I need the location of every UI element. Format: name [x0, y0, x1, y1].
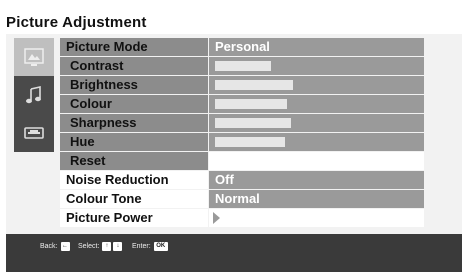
brightness-slider-track[interactable] [209, 76, 424, 94]
select-hint-label: Select: [78, 243, 100, 250]
sharpness-level-bar [215, 118, 291, 128]
contrast-label: Contrast [60, 57, 208, 75]
down-key-icon: ↓ [113, 242, 123, 251]
hue-label: Hue [60, 133, 208, 151]
back-key-icon: ← [60, 242, 70, 251]
colour-slider-track[interactable] [209, 95, 424, 113]
contrast-slider-track[interactable] [209, 57, 424, 75]
hue-level-bar [215, 137, 285, 147]
colour-label: Colour [60, 95, 208, 113]
ok-key-icon: OK [153, 242, 168, 251]
enter-hint-label: Enter: [132, 243, 151, 250]
picture-category-tab[interactable] [14, 38, 54, 76]
colour-level-bar [215, 99, 287, 109]
settings-category-tab[interactable] [14, 114, 54, 152]
sharpness-label: Sharpness [60, 114, 208, 132]
noise-reduction-value[interactable]: Off [209, 171, 424, 189]
menu-title: Picture Adjustment [6, 14, 147, 31]
back-hint: Back: ← [40, 242, 70, 251]
picture-icon [22, 45, 46, 69]
colour-tone-label: Colour Tone [60, 190, 208, 208]
hue-slider-track[interactable] [209, 133, 424, 151]
reset-value-blank [209, 152, 424, 170]
select-hint: Select: ↑ ↓ [78, 242, 123, 251]
sound-category-tab[interactable] [14, 76, 54, 114]
enter-hint: Enter: OK [132, 242, 168, 251]
brightness-level-bar [215, 80, 293, 90]
picture-mode-value[interactable]: Personal [209, 38, 424, 56]
chevron-right-icon [213, 212, 220, 224]
noise-reduction-label: Noise Reduction [60, 171, 208, 189]
settings-icon [22, 121, 46, 145]
footer-help-bar: Back: ← Select: ↑ ↓ Enter: OK [6, 234, 462, 272]
brightness-label: Brightness [60, 76, 208, 94]
sound-icon [22, 83, 46, 107]
colour-tone-value[interactable]: Normal [209, 190, 424, 208]
picture-power-submenu[interactable] [209, 209, 424, 227]
up-key-icon: ↑ [102, 242, 112, 251]
back-hint-label: Back: [40, 243, 58, 250]
picture-mode-label: Picture Mode [60, 38, 208, 56]
sharpness-slider-track[interactable] [209, 114, 424, 132]
picture-power-label: Picture Power [60, 209, 208, 227]
reset-label: Reset [60, 152, 208, 170]
contrast-level-bar [215, 61, 271, 71]
